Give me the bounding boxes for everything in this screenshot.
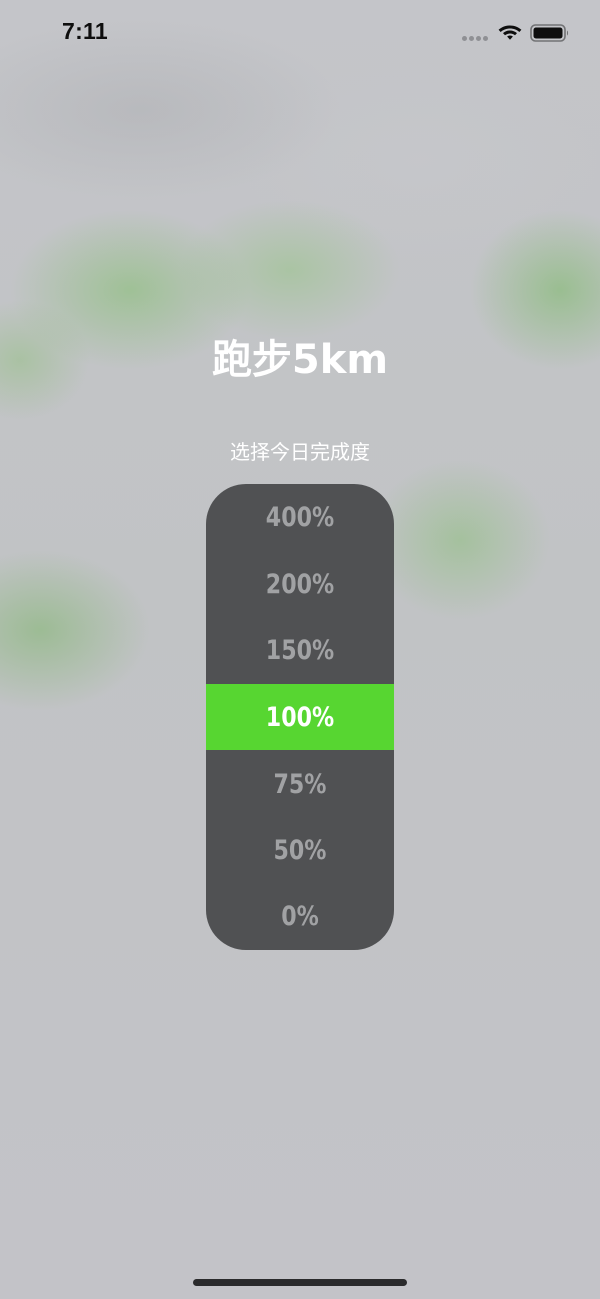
completion-prompt: 选择今日完成度 (230, 440, 370, 464)
picker-option-0[interactable]: 0% (223, 883, 377, 949)
picker-option-100-selected[interactable]: 100% (223, 684, 377, 750)
status-time: 7:11 (62, 18, 108, 44)
task-title: 跑步5km (211, 337, 389, 383)
picker-option-200[interactable]: 200% (223, 551, 377, 617)
completion-picker[interactable]: 400% 200% 150% 100% 75% 50% 0% (206, 484, 394, 950)
wifi-icon (498, 25, 522, 40)
picker-option-75[interactable]: 75% (223, 751, 377, 817)
home-indicator[interactable] (193, 1279, 407, 1286)
battery-icon (530, 24, 569, 42)
signal-dots-icon (462, 36, 490, 42)
picker-option-150[interactable]: 150% (223, 617, 377, 683)
picker-option-50[interactable]: 50% (223, 817, 377, 883)
picker-option-400[interactable]: 400% (223, 484, 377, 550)
status-bar: 7:11 (0, 0, 600, 66)
